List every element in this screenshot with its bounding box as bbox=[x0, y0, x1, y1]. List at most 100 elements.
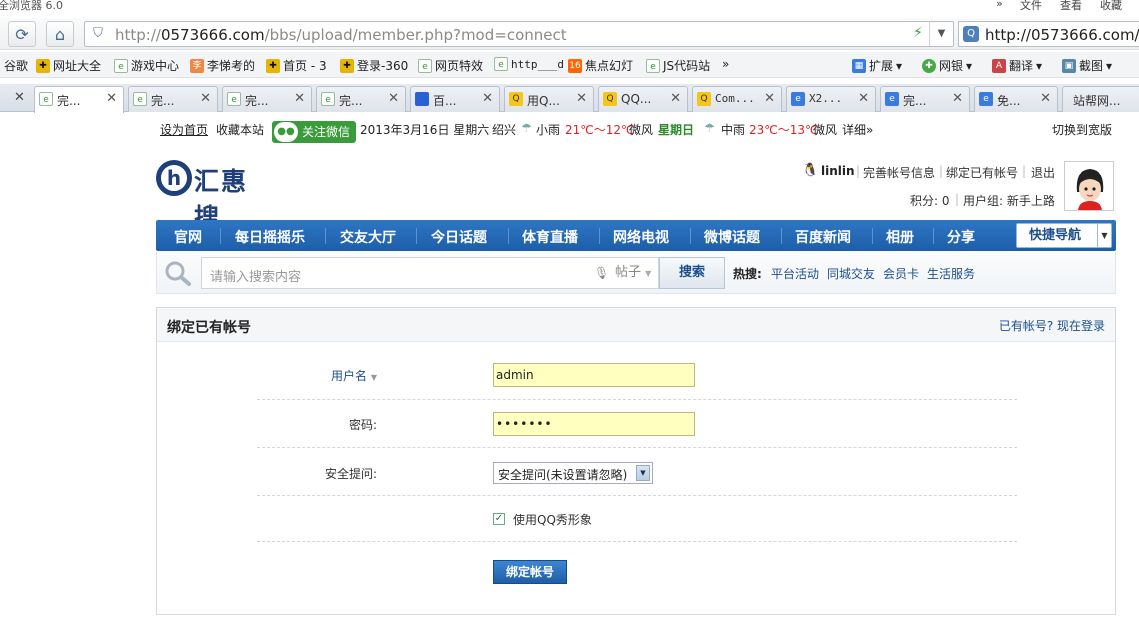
close-tab-icon[interactable]: ✕ bbox=[200, 91, 211, 106]
username-field[interactable] bbox=[493, 363, 695, 387]
security-question-label: 安全提问: bbox=[324, 467, 377, 481]
nav-item[interactable]: 百度新闻 bbox=[795, 227, 851, 247]
browser-tab[interactable]: e X2... ✕ bbox=[786, 86, 876, 112]
close-tab-icon[interactable]: ✕ bbox=[576, 91, 587, 106]
fav-item[interactable]: e 游戏中心 bbox=[114, 57, 179, 74]
logout-link[interactable]: 退出 bbox=[1031, 164, 1055, 181]
close-tab-icon[interactable]: ✕ bbox=[858, 91, 869, 106]
widescreen-toggle[interactable]: 切换到宽版 bbox=[1052, 121, 1112, 138]
qq-show-label[interactable]: 使用QQ秀形象 bbox=[513, 511, 592, 528]
avatar[interactable] bbox=[1064, 161, 1114, 211]
close-tab-icon[interactable]: ✕ bbox=[294, 91, 305, 106]
bookmark-link[interactable]: 收藏本站 bbox=[216, 121, 264, 138]
menu-more[interactable]: » bbox=[996, 0, 1003, 10]
close-tab-icon[interactable]: ✕ bbox=[670, 91, 681, 106]
close-tab-icon[interactable]: ✕ bbox=[106, 91, 117, 106]
wechat-follow-button[interactable]: ●● 关注微信 bbox=[272, 121, 356, 143]
panel-header: 绑定已有帐号 已有帐号? 现在登录 bbox=[157, 308, 1115, 342]
browser-tab[interactable]: e 免... ✕ bbox=[974, 86, 1058, 112]
nav-item[interactable]: 今日话题 bbox=[431, 227, 487, 247]
usergroup-text: 用户组: 新手上路 bbox=[963, 194, 1055, 208]
browser-tab[interactable]: Q Com... ✕ bbox=[692, 86, 782, 112]
password-label: 密码: bbox=[348, 418, 377, 432]
browser-tab[interactable]: e 完... ✕ bbox=[880, 86, 970, 112]
fav-item[interactable]: e JS代码站 bbox=[646, 57, 710, 74]
browser-search-box[interactable]: Q http://0573666.com/bb bbox=[958, 21, 1139, 47]
fav-overflow[interactable]: » bbox=[722, 57, 729, 71]
address-text[interactable]: http://0573666.com/bbs/upload/member.php… bbox=[115, 26, 567, 44]
home-button[interactable]: ⌂ bbox=[46, 21, 74, 47]
search-input[interactable]: 请输入搜索内容 🎙 bbox=[201, 257, 613, 289]
quick-nav-button[interactable]: 快捷导航 ▼ bbox=[1016, 223, 1112, 248]
nav-item[interactable]: 微博话题 bbox=[704, 227, 760, 247]
site-logo[interactable]: h 汇惠搜 bbox=[156, 152, 274, 232]
fav-item[interactable]: ✚ 登录-360 bbox=[340, 57, 408, 74]
lightning-icon[interactable]: ⚡ bbox=[913, 25, 923, 41]
browser-tab[interactable]: e 完... ✕ bbox=[128, 86, 218, 112]
menu-file[interactable]: 文件 bbox=[1020, 0, 1042, 13]
hot-search-link[interactable]: 会员卡 bbox=[883, 265, 919, 282]
address-bar[interactable]: ⛉ http://0573666.com/bbs/upload/member.p… bbox=[84, 21, 954, 47]
fav-item[interactable]: e 网页特效 bbox=[418, 57, 483, 74]
set-home-link[interactable]: 设为首页 bbox=[160, 121, 208, 138]
hot-search-link[interactable]: 平台活动 bbox=[771, 265, 819, 282]
complete-account-link[interactable]: 完善帐号信息 bbox=[863, 164, 935, 181]
fav-item[interactable]: 谷歌 bbox=[4, 57, 28, 74]
login-now-link[interactable]: 已有帐号? 现在登录 bbox=[999, 317, 1105, 334]
nav-item[interactable]: 相册 bbox=[886, 227, 914, 247]
menu-favorites[interactable]: 收藏 bbox=[1100, 0, 1122, 13]
weather-details-link[interactable]: 详细» bbox=[842, 121, 873, 138]
nav-item[interactable]: 分享 bbox=[947, 227, 975, 247]
nav-item[interactable]: 官网 bbox=[174, 227, 202, 247]
quick-nav-label: 快捷导航 bbox=[1029, 228, 1082, 243]
bank-button[interactable]: ✚ 网银 ▾ bbox=[922, 57, 972, 74]
browser-tab[interactable]: Q 用Q... ✕ bbox=[504, 86, 594, 112]
nav-item[interactable]: 交友大厅 bbox=[340, 227, 396, 247]
password-row: 密码: bbox=[257, 400, 1017, 448]
refresh-button[interactable]: ⟳ bbox=[8, 21, 36, 47]
fav-item[interactable]: ✚ 首页 - 3 bbox=[266, 57, 327, 74]
password-field[interactable] bbox=[493, 412, 695, 436]
fav-item[interactable]: e http___d bbox=[494, 57, 564, 71]
username-link[interactable]: linlin bbox=[821, 164, 855, 178]
close-icon[interactable]: ✕ bbox=[14, 90, 25, 105]
close-tab-icon[interactable]: ✕ bbox=[482, 91, 493, 106]
translate-button[interactable]: A 翻译 ▾ bbox=[992, 57, 1042, 74]
chevron-down-icon: ▼ bbox=[1097, 224, 1111, 247]
screenshot-button[interactable]: ▣ 截图 ▾ bbox=[1062, 57, 1112, 74]
search-engine-icon[interactable]: Q bbox=[963, 26, 979, 42]
security-question-select[interactable]: 安全提问(未设置请忽略) ▼ bbox=[493, 462, 653, 484]
browser-tab[interactable]: 站帮网... bbox=[1062, 86, 1139, 112]
browser-tab[interactable]: e 完... ✕ bbox=[222, 86, 312, 112]
close-tab-icon[interactable]: ✕ bbox=[764, 91, 775, 106]
extensions-button[interactable]: ▦ 扩展 ▾ bbox=[852, 57, 902, 74]
browser-tab[interactable]: e 完... ✕ bbox=[34, 86, 124, 113]
address-dropdown-button[interactable]: ▼ bbox=[929, 22, 953, 46]
nav-item[interactable]: 体育直播 bbox=[522, 227, 578, 247]
browser-tab[interactable]: Q QQ... ✕ bbox=[598, 86, 688, 112]
hot-search-link[interactable]: 同城交友 bbox=[827, 265, 875, 282]
bind-account-link[interactable]: 绑定已有帐号 bbox=[946, 164, 1018, 181]
close-tab-icon[interactable]: ✕ bbox=[388, 91, 399, 106]
fav-item[interactable]: 16 焦点幻灯 bbox=[568, 57, 633, 74]
menu-view[interactable]: 查看 bbox=[1060, 0, 1082, 13]
search-button[interactable]: 搜索 bbox=[659, 257, 725, 289]
ie-icon: e bbox=[885, 92, 899, 106]
microphone-icon[interactable]: 🎙 bbox=[594, 266, 609, 282]
fav-item[interactable]: ✚ 网址大全 bbox=[36, 57, 101, 74]
weather-temp: 23℃～13℃ bbox=[749, 123, 819, 137]
search-type-select[interactable]: 帖子 ▼ bbox=[609, 257, 659, 289]
browser-tab[interactable]: e 完... ✕ bbox=[316, 86, 406, 112]
nav-item[interactable]: 每日摇摇乐 bbox=[235, 227, 305, 247]
browser-search-text[interactable]: http://0573666.com/bb bbox=[985, 26, 1139, 44]
qq-show-checkbox[interactable]: ✓ bbox=[493, 513, 505, 525]
username-label[interactable]: 用户名 ▼ bbox=[331, 367, 377, 384]
close-tab-icon[interactable]: ✕ bbox=[1040, 91, 1051, 106]
hot-search-link[interactable]: 生活服务 bbox=[927, 265, 975, 282]
fav-item[interactable]: 李李悌考的 bbox=[190, 57, 255, 74]
browser-tab[interactable]: 🐾 百... ✕ bbox=[410, 86, 500, 112]
nav-item[interactable]: 网络电视 bbox=[613, 227, 669, 247]
close-tab-icon[interactable]: ✕ bbox=[952, 91, 963, 106]
bind-account-button[interactable]: 绑定帐号 bbox=[493, 560, 567, 584]
translate-icon: A bbox=[992, 58, 1006, 73]
